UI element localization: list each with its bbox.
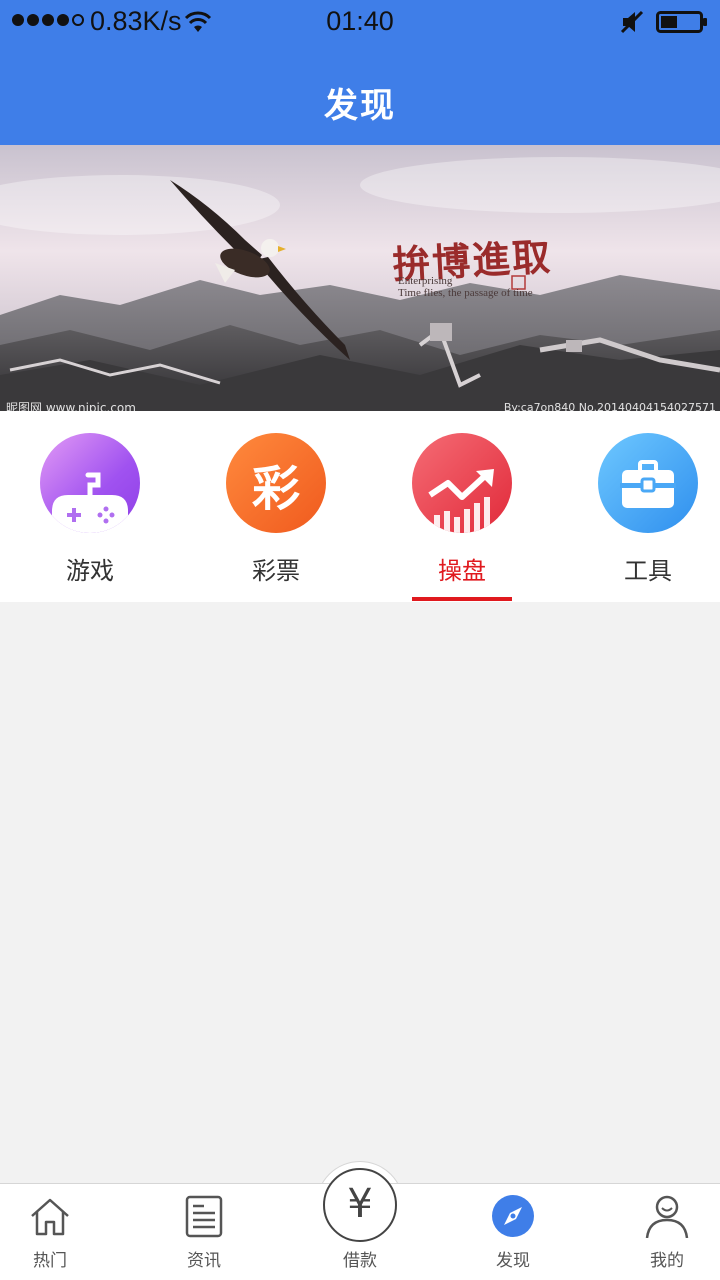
- banner-image: [0, 145, 720, 411]
- trend-chart-icon: [412, 433, 512, 533]
- category-label: 工具: [624, 557, 672, 585]
- lottery-glyph: 彩: [251, 461, 300, 517]
- home-icon: [31, 1198, 69, 1236]
- page-title: 发现: [324, 86, 396, 126]
- category-label: 游戏: [66, 557, 114, 585]
- tab-label: 发现: [496, 1251, 530, 1271]
- tab-label: 我的: [650, 1251, 684, 1271]
- tab-news[interactable]: 资讯: [132, 1184, 276, 1280]
- tab-label: 资讯: [187, 1251, 221, 1271]
- toolbox-icon: [598, 433, 698, 533]
- banner-subtitle-2: Time flies, the passage of time: [398, 287, 533, 299]
- active-tab-indicator: [412, 597, 512, 601]
- mute-icon: [620, 10, 644, 34]
- banner-watermark-id: By:ca7on840 No.20140404154027571: [503, 401, 716, 411]
- banner-subtitle: Enterprising: [398, 275, 453, 287]
- tab-discover[interactable]: 发现: [441, 1184, 585, 1280]
- top-bar: 0.83K/s 01:40 发现: [0, 0, 720, 145]
- category-lottery[interactable]: 彩 彩票: [186, 411, 366, 602]
- battery-icon: [656, 11, 707, 33]
- category-label: 操盘: [438, 557, 486, 585]
- category-tools[interactable]: 工具: [558, 411, 720, 602]
- yen-icon[interactable]: ¥: [323, 1168, 397, 1242]
- tab-mine[interactable]: 我的: [595, 1184, 720, 1280]
- user-icon: [645, 1195, 689, 1238]
- compass-icon: [492, 1195, 534, 1237]
- banner-watermark: 昵图网 www.nipic.com: [6, 401, 136, 411]
- category-trading[interactable]: 操盘: [372, 411, 552, 602]
- tab-label: 热门: [33, 1251, 67, 1271]
- promo-banner[interactable]: 拚博進取 Enterprising Time flies, the passag…: [0, 145, 720, 411]
- tab-label-loan[interactable]: 借款: [288, 1246, 432, 1271]
- gamepad-icon: [40, 433, 140, 533]
- news-icon: [185, 1195, 223, 1238]
- category-games[interactable]: 游戏: [0, 411, 180, 602]
- lottery-icon: 彩: [226, 433, 326, 533]
- status-bar: 0.83K/s 01:40: [0, 0, 720, 44]
- category-strip: 游戏 彩 彩票 操盘 工具: [0, 411, 720, 602]
- tab-hot[interactable]: 热门: [0, 1184, 122, 1280]
- clock: 01:40: [326, 6, 394, 36]
- category-label: 彩票: [252, 557, 300, 585]
